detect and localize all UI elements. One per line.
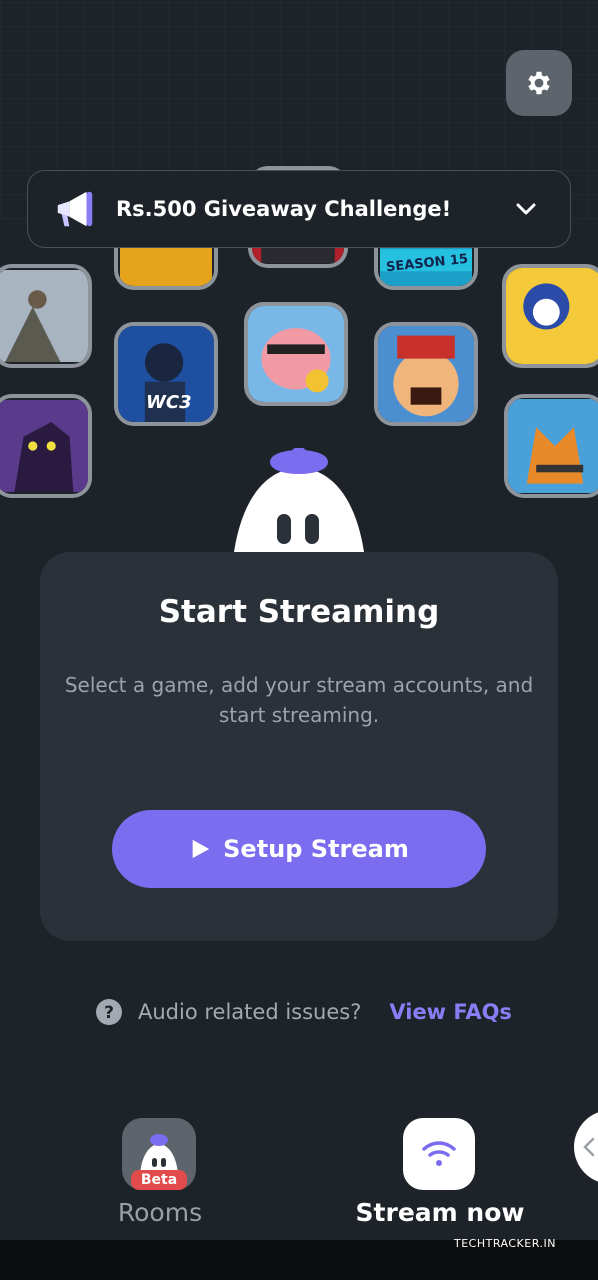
game-tile-valorant[interactable] — [0, 394, 92, 498]
settings-button[interactable] — [506, 50, 572, 116]
nav-stream-now-button[interactable] — [403, 1118, 475, 1190]
setup-stream-label: Setup Stream — [223, 835, 409, 863]
banner-text: Rs.500 Giveaway Challenge! — [116, 197, 452, 221]
faq-question: Audio related issues? — [138, 1000, 362, 1024]
game-art — [248, 306, 344, 402]
game-art — [508, 399, 598, 493]
game-art — [506, 268, 598, 364]
beta-badge: Beta — [131, 1170, 187, 1190]
side-panel-handle[interactable] — [574, 1110, 598, 1184]
game-tile-clash-royale[interactable] — [374, 322, 478, 426]
card-title: Start Streaming — [158, 594, 440, 630]
play-icon — [192, 839, 210, 859]
megaphone-icon — [57, 191, 93, 227]
nav-stream-now-label[interactable]: Stream now — [340, 1198, 540, 1227]
game-tile-shooter[interactable] — [0, 264, 92, 368]
giveaway-banner[interactable]: Rs.500 Giveaway Challenge! — [27, 170, 571, 248]
nav-rooms-label[interactable]: Rooms — [80, 1198, 240, 1227]
svg-text:?: ? — [104, 1003, 114, 1023]
game-art — [0, 270, 88, 362]
view-faqs-link[interactable]: View FAQs — [389, 1000, 512, 1024]
cricket-badge: WC3 — [146, 392, 192, 413]
game-art — [0, 400, 88, 492]
game-tile-fox[interactable] — [504, 394, 598, 498]
question-circle-icon: ? — [96, 999, 122, 1025]
card-description: Select a game, add your stream accounts,… — [64, 673, 534, 727]
gear-icon — [528, 71, 550, 95]
game-tile-cricket[interactable]: WC3 — [114, 322, 218, 426]
game-tile-coin-master[interactable] — [244, 302, 348, 406]
faq-row: ? Audio related issues? View FAQs — [96, 996, 512, 1028]
chevron-left-icon — [583, 1137, 595, 1157]
chevron-down-icon[interactable] — [514, 197, 538, 221]
game-art — [378, 326, 474, 422]
mascot-ghost — [234, 448, 364, 552]
game-tile-kart[interactable] — [502, 264, 598, 368]
wifi-icon — [422, 1141, 456, 1166]
watermark: TECHTRACKER.IN — [454, 1237, 556, 1250]
setup-stream-button[interactable]: Setup Stream — [112, 810, 486, 888]
